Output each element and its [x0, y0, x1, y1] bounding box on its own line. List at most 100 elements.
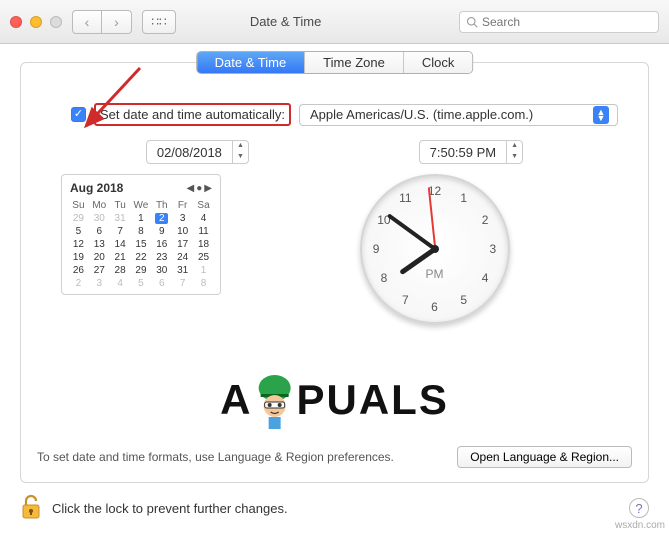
time-server-value: Apple Americas/U.S. (time.apple.com.) [310, 107, 533, 122]
calendar-day[interactable]: 13 [89, 238, 110, 251]
clock-number: 7 [402, 293, 409, 307]
calendar-day[interactable]: 9 [151, 225, 172, 238]
calendar-day[interactable]: 25 [193, 251, 214, 264]
titlebar: ‹ › ∷∷ Date & Time [0, 0, 669, 44]
calendar-day[interactable]: 1 [131, 212, 152, 225]
help-button[interactable]: ? [629, 498, 649, 518]
clock-number: 4 [482, 271, 489, 285]
calendar-day: 2 [68, 277, 89, 290]
time-field[interactable]: 7:50:59 PM ▲▼ [419, 140, 524, 164]
calendar-day[interactable]: 11 [193, 225, 214, 238]
calendar-day[interactable]: 20 [89, 251, 110, 264]
annotation-arrow [78, 66, 158, 139]
zoom-icon [50, 16, 62, 28]
clock-number: 11 [399, 191, 411, 205]
calendar-dow: Sa [193, 199, 214, 212]
forward-button[interactable]: › [102, 10, 132, 34]
calendar-day[interactable]: 22 [131, 251, 152, 264]
time-stepper[interactable]: ▲▼ [506, 141, 522, 163]
calendar-day[interactable]: 5 [68, 225, 89, 238]
calendar-dow: Tu [110, 199, 131, 212]
calendar-day[interactable]: 28 [110, 264, 131, 277]
open-language-region-button[interactable]: Open Language & Region... [457, 446, 632, 468]
close-icon[interactable] [10, 16, 22, 28]
date-value: 02/08/2018 [147, 145, 232, 160]
calendar-day: 1 [193, 264, 214, 277]
cal-next-icon[interactable]: ▶ [204, 183, 212, 194]
calendar-day[interactable]: 6 [89, 225, 110, 238]
clock-number: 3 [490, 242, 497, 256]
calendar-day[interactable]: 29 [131, 264, 152, 277]
date-field[interactable]: 02/08/2018 ▲▼ [146, 140, 249, 164]
tab-clock[interactable]: Clock [404, 52, 473, 73]
minimize-icon[interactable] [30, 16, 42, 28]
calendar-day[interactable]: 12 [68, 238, 89, 251]
calendar-day[interactable]: 14 [110, 238, 131, 251]
calendar-day[interactable]: 31 [172, 264, 193, 277]
calendar-month-label: Aug 2018 [70, 181, 123, 195]
calendar-day[interactable]: 18 [193, 238, 214, 251]
window-title: Date & Time [250, 14, 322, 29]
clock-number: 2 [482, 213, 489, 227]
date-stepper[interactable]: ▲▼ [232, 141, 248, 163]
calendar-day[interactable]: 4 [193, 212, 214, 225]
calendar-day: 4 [110, 277, 131, 290]
tab-time-zone[interactable]: Time Zone [305, 52, 404, 73]
cal-prev-icon[interactable]: ◀ [187, 183, 195, 194]
calendar-dow: Th [151, 199, 172, 212]
calendar-day[interactable]: 7 [110, 225, 131, 238]
clock-number: 1 [460, 191, 467, 205]
analog-clock: PM 121234567891011 [360, 174, 510, 324]
calendar-day[interactable]: 16 [151, 238, 172, 251]
watermark-text-right: PUALS [296, 376, 448, 424]
calendar-day: 6 [151, 277, 172, 290]
lock-icon[interactable] [20, 494, 42, 523]
clock-center-pin [431, 245, 439, 253]
watermark-text-left: A [220, 376, 252, 424]
show-all-button[interactable]: ∷∷ [142, 10, 176, 34]
lock-hint-text: Click the lock to prevent further change… [52, 501, 288, 516]
calendar-day[interactable]: 8 [131, 225, 152, 238]
search-input[interactable] [482, 15, 652, 29]
calendar-day[interactable]: 2 [151, 212, 172, 225]
calendar-day[interactable]: 3 [172, 212, 193, 225]
calendar-day[interactable]: 24 [172, 251, 193, 264]
clock-number: 6 [431, 300, 438, 314]
clock-number: 9 [373, 242, 380, 256]
credit-text: wsxdn.com [615, 520, 665, 531]
search-field[interactable] [459, 11, 659, 33]
mascot-icon [250, 370, 298, 430]
time-value: 7:50:59 PM [420, 145, 507, 160]
window-controls [10, 16, 62, 28]
cal-today-icon[interactable]: ● [196, 183, 202, 194]
clock-number: 5 [460, 293, 467, 307]
time-server-select[interactable]: Apple Americas/U.S. (time.apple.com.) ▲▼ [299, 104, 618, 126]
calendar-dow: Fr [172, 199, 193, 212]
calendar-day: 29 [68, 212, 89, 225]
calendar-day[interactable]: 15 [131, 238, 152, 251]
calendar-day: 7 [172, 277, 193, 290]
calendar-day[interactable]: 19 [68, 251, 89, 264]
calendar-day: 3 [89, 277, 110, 290]
tab-date-time[interactable]: Date & Time [197, 52, 306, 73]
back-button[interactable]: ‹ [72, 10, 102, 34]
search-icon [466, 16, 478, 28]
calendar-day[interactable]: 30 [151, 264, 172, 277]
clock-ampm-label: PM [426, 267, 444, 281]
calendar-day: 5 [131, 277, 152, 290]
format-hint-text: To set date and time formats, use Langua… [37, 450, 394, 464]
calendar-day: 30 [89, 212, 110, 225]
chevron-updown-icon: ▲▼ [593, 106, 609, 124]
nav-buttons: ‹ › [72, 10, 132, 34]
calendar[interactable]: Aug 2018 ◀ ● ▶ SuMoTuWeThFrSa 2930311234… [61, 174, 221, 295]
calendar-day[interactable]: 23 [151, 251, 172, 264]
calendar-day[interactable]: 10 [172, 225, 193, 238]
clock-number: 8 [381, 271, 388, 285]
calendar-day[interactable]: 17 [172, 238, 193, 251]
calendar-day[interactable]: 26 [68, 264, 89, 277]
calendar-dow: Mo [89, 199, 110, 212]
calendar-day[interactable]: 27 [89, 264, 110, 277]
calendar-day[interactable]: 21 [110, 251, 131, 264]
calendar-grid: SuMoTuWeThFrSa 2930311234567891011121314… [68, 199, 214, 290]
calendar-dow: Su [68, 199, 89, 212]
